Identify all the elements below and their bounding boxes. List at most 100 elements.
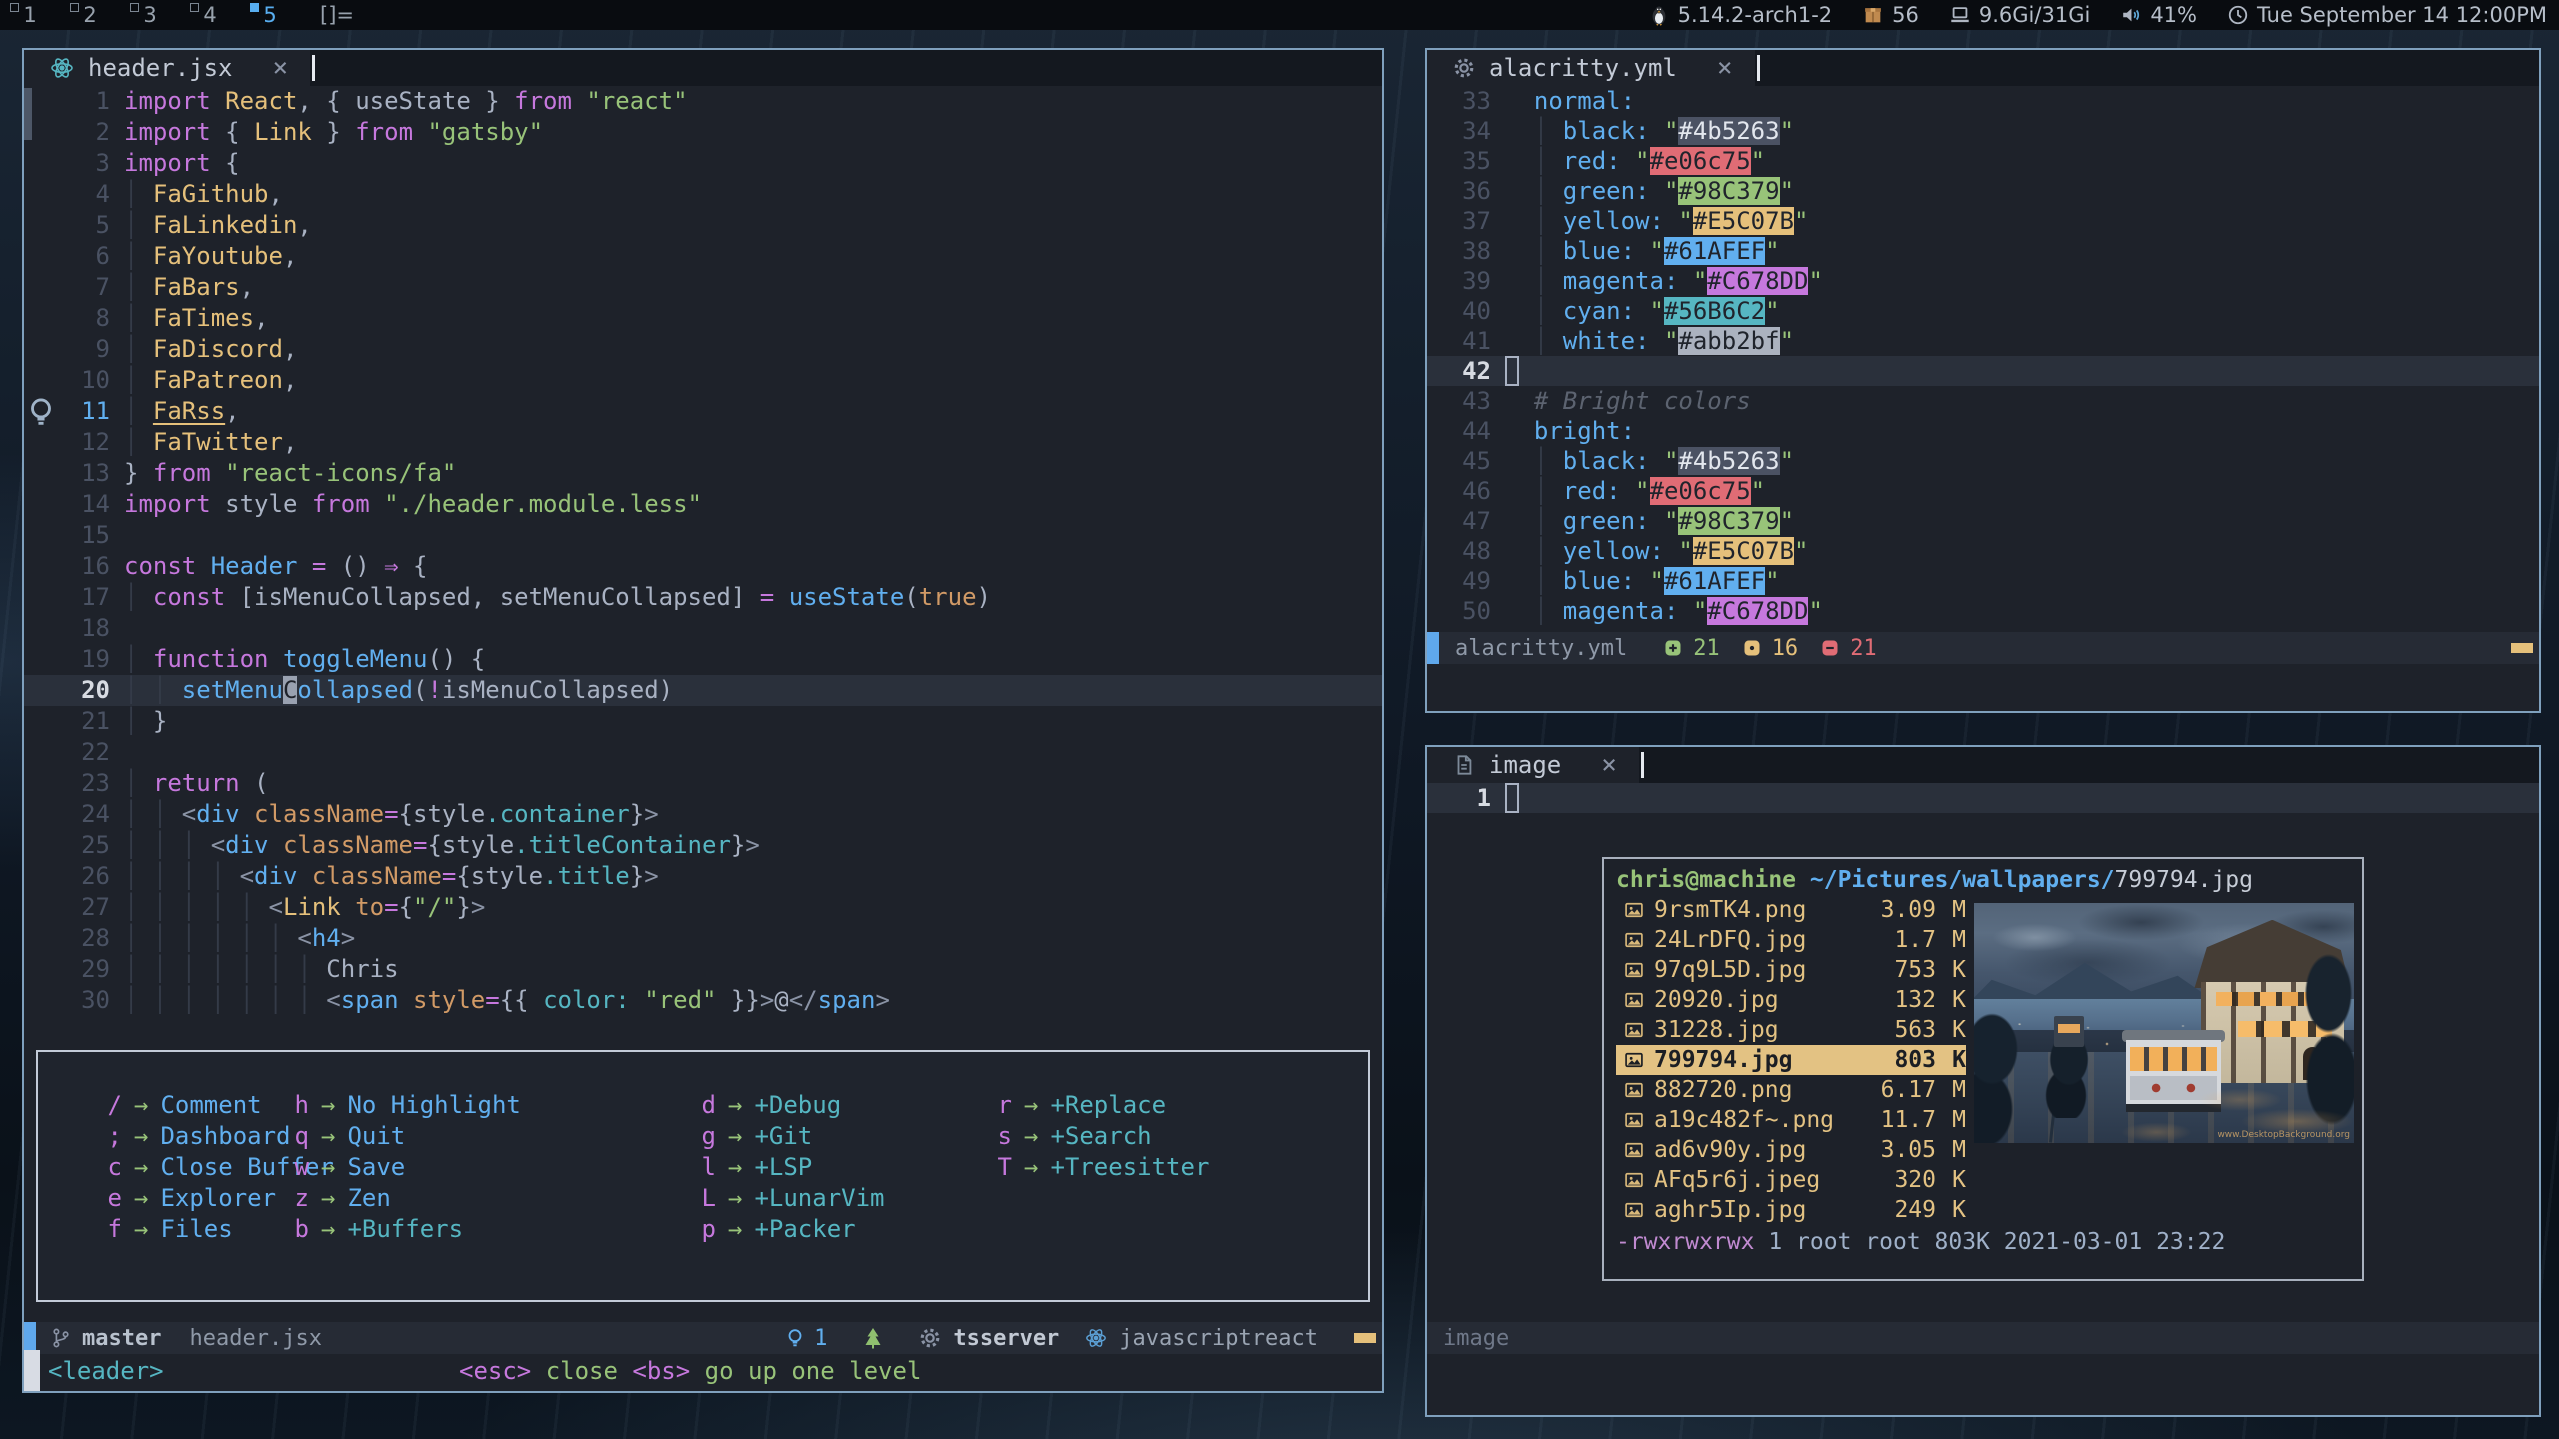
close-icon[interactable]: × xyxy=(273,53,289,83)
code-line-7[interactable]: 7│ FaBars, xyxy=(24,272,1382,303)
code-line-4[interactable]: 4│ FaGithub, xyxy=(24,179,1382,210)
code-line-2[interactable]: 2import { Link } from "gatsby" xyxy=(24,117,1382,148)
whichkey-item--lunarvim[interactable]: L→+LunarVim xyxy=(701,1183,885,1214)
code-line-48[interactable]: 48 │ yellow: "#E5C07B" xyxy=(1427,536,2539,566)
code-line-30[interactable]: 30│ │ │ │ │ │ │ <span style={{ color: "r… xyxy=(24,985,1382,1016)
code-line-13[interactable]: 13} from "react-icons/fa" xyxy=(24,458,1382,489)
code-line-24[interactable]: 24│ │ <div className={style.container}> xyxy=(24,799,1382,830)
file-row-20920.jpg[interactable]: 20920.jpg132K xyxy=(1616,985,1966,1015)
whichkey-item--debug[interactable]: d→+Debug xyxy=(701,1090,885,1121)
code-line-29[interactable]: 29│ │ │ │ │ │ │ Chris xyxy=(24,954,1382,985)
file-row-24LrDFQ.jpg[interactable]: 24LrDFQ.jpg1.7M xyxy=(1616,925,1966,955)
line-number: 10 xyxy=(58,365,124,396)
file-name: ad6v90y.jpg xyxy=(1654,1135,1856,1165)
code-line-36[interactable]: 36 │ green: "#98C379" xyxy=(1427,176,2539,206)
workspace-tag-2[interactable]: 2 xyxy=(60,0,120,30)
code-line-23[interactable]: 23│ return ( xyxy=(24,768,1382,799)
code-line-18[interactable]: 18 xyxy=(24,613,1382,644)
code-line-12[interactable]: 12│ FaTwitter, xyxy=(24,427,1382,458)
code-line-21[interactable]: 21│ } xyxy=(24,706,1382,737)
file-row-97q9L5D.jpg[interactable]: 97q9L5D.jpg753K xyxy=(1616,955,1966,985)
code-line-15[interactable]: 15 xyxy=(24,520,1382,551)
tab-alacritty-yml[interactable]: alacritty.yml × xyxy=(1427,50,1755,86)
code-line-10[interactable]: 10│ FaPatreon, xyxy=(24,365,1382,396)
speaker-icon xyxy=(2120,4,2142,26)
sign-column xyxy=(1427,266,1443,296)
code-line-25[interactable]: 25│ │ │ <div className={style.titleConta… xyxy=(24,830,1382,861)
whichkey-item--git[interactable]: g→+Git xyxy=(701,1121,885,1152)
file-row-799794.jpg[interactable]: 799794.jpg803K xyxy=(1616,1045,1966,1075)
code-line-26[interactable]: 26│ │ │ │ <div className={style.title}> xyxy=(24,861,1382,892)
file-row-AFq5r6j.jpeg[interactable]: AFq5r6j.jpeg320K xyxy=(1616,1165,1966,1195)
file-size-unit: M xyxy=(1936,895,1966,925)
code-line-45[interactable]: 45 │ black: "#4b5263" xyxy=(1427,446,2539,476)
whichkey-item-quit[interactable]: q→Quit xyxy=(294,1121,521,1152)
code-line-38[interactable]: 38 │ blue: "#61AFEF" xyxy=(1427,236,2539,266)
workspace-tag-3[interactable]: 3 xyxy=(120,0,180,30)
scrollbar-thumb[interactable] xyxy=(24,88,32,140)
whichkey-item--packer[interactable]: p→+Packer xyxy=(701,1214,885,1245)
command-line[interactable]: <leader> <esc> close <bs> go up one leve… xyxy=(24,1350,1382,1391)
file-row-aghr5Ip.jpg[interactable]: aghr5Ip.jpg249K xyxy=(1616,1195,1966,1225)
close-icon[interactable]: × xyxy=(1717,53,1733,83)
code-line-20[interactable]: 20│ │ setMenuCollapsed(!isMenuCollapsed) xyxy=(24,675,1382,706)
code-line-19[interactable]: 19│ function toggleMenu() { xyxy=(24,644,1382,675)
code-line-1[interactable]: 1 xyxy=(1427,783,2539,813)
git-branch-name[interactable]: master xyxy=(82,1326,161,1351)
code-line-14[interactable]: 14import style from "./header.module.les… xyxy=(24,489,1382,520)
code-line-49[interactable]: 49 │ blue: "#61AFEF" xyxy=(1427,566,2539,596)
code-line-41[interactable]: 41 │ white: "#abb2bf" xyxy=(1427,326,2539,356)
code-line-5[interactable]: 5│ FaLinkedin, xyxy=(24,210,1382,241)
whichkey-item--lsp[interactable]: l→+LSP xyxy=(701,1152,885,1183)
tab-header-jsx[interactable]: header.jsx × xyxy=(24,50,310,86)
code-line-35[interactable]: 35 │ red: "#e06c75" xyxy=(1427,146,2539,176)
code-line-16[interactable]: 16const Header = () ⇒ { xyxy=(24,551,1382,582)
file-name: 882720.png xyxy=(1654,1075,1856,1105)
file-row-882720.png[interactable]: 882720.png6.17M xyxy=(1616,1075,1966,1105)
code-line-42[interactable]: 42 xyxy=(1427,356,2539,386)
code-line-39[interactable]: 39 │ magenta: "#C678DD" xyxy=(1427,266,2539,296)
whichkey-item--replace[interactable]: r→+Replace xyxy=(997,1090,1209,1121)
file-row-ad6v90y.jpg[interactable]: ad6v90y.jpg3.05M xyxy=(1616,1135,1966,1165)
code-line-8[interactable]: 8│ FaTimes, xyxy=(24,303,1382,334)
whichkey-item-no-highlight[interactable]: h→No Highlight xyxy=(294,1090,521,1121)
code-line-6[interactable]: 6│ FaYoutube, xyxy=(24,241,1382,272)
code-line-33[interactable]: 33 normal: xyxy=(1427,86,2539,116)
whichkey-item-zen[interactable]: z→Zen xyxy=(294,1183,521,1214)
code-line-17[interactable]: 17│ const [isMenuCollapsed, setMenuColla… xyxy=(24,582,1382,613)
code-line-40[interactable]: 40 │ cyan: "#56B6C2" xyxy=(1427,296,2539,326)
code-line-3[interactable]: 3import { xyxy=(24,148,1382,179)
code-text: │ FaLinkedin, xyxy=(124,210,1382,241)
file-row-9rsmTK4.png[interactable]: 9rsmTK4.png3.09M xyxy=(1616,895,1966,925)
file-row-a19c482f~.png[interactable]: a19c482f~.png11.7M xyxy=(1616,1105,1966,1135)
code-line-1[interactable]: 1import React, { useState } from "react" xyxy=(24,86,1382,117)
workspace-tag-5[interactable]: 5 xyxy=(240,0,300,30)
file-row-31228.jpg[interactable]: 31228.jpg563K xyxy=(1616,1015,1966,1045)
tag-indicator xyxy=(130,3,139,12)
code-line-43[interactable]: 43 # Bright colors xyxy=(1427,386,2539,416)
code-line-22[interactable]: 22 xyxy=(24,737,1382,768)
whichkey-key: q xyxy=(294,1121,309,1152)
whichkey-item--search[interactable]: s→+Search xyxy=(997,1121,1209,1152)
sign-column xyxy=(1427,206,1443,236)
code-line-34[interactable]: 34 │ black: "#4b5263" xyxy=(1427,116,2539,146)
workspace-tag-1[interactable]: 1 xyxy=(0,0,60,30)
close-icon[interactable]: × xyxy=(1601,750,1617,780)
code-line-28[interactable]: 28│ │ │ │ │ │ <h4> xyxy=(24,923,1382,954)
code-line-47[interactable]: 47 │ green: "#98C379" xyxy=(1427,506,2539,536)
code-line-37[interactable]: 37 │ yellow: "#E5C07B" xyxy=(1427,206,2539,236)
code-line-46[interactable]: 46 │ red: "#e06c75" xyxy=(1427,476,2539,506)
code-line-44[interactable]: 44 bright: xyxy=(1427,416,2539,446)
code-line-11[interactable]: 11│ FaRss, xyxy=(24,396,1382,427)
whichkey-item-save[interactable]: w→Save xyxy=(294,1152,521,1183)
file-permissions: -rwxrwxrwx xyxy=(1616,1229,1754,1255)
code-line-50[interactable]: 50 │ magenta: "#C678DD" xyxy=(1427,596,2539,626)
workspace-tag-4[interactable]: 4 xyxy=(180,0,240,30)
layout-symbol[interactable]: []= xyxy=(320,3,354,27)
bulb-icon[interactable] xyxy=(24,396,58,427)
whichkey-item--buffers[interactable]: b→+Buffers xyxy=(294,1214,521,1245)
code-line-27[interactable]: 27│ │ │ │ │ <Link to={"/"}> xyxy=(24,892,1382,923)
tab-image[interactable]: image × xyxy=(1427,747,1639,783)
whichkey-item--treesitter[interactable]: T→+Treesitter xyxy=(997,1152,1209,1183)
code-line-9[interactable]: 9│ FaDiscord, xyxy=(24,334,1382,365)
